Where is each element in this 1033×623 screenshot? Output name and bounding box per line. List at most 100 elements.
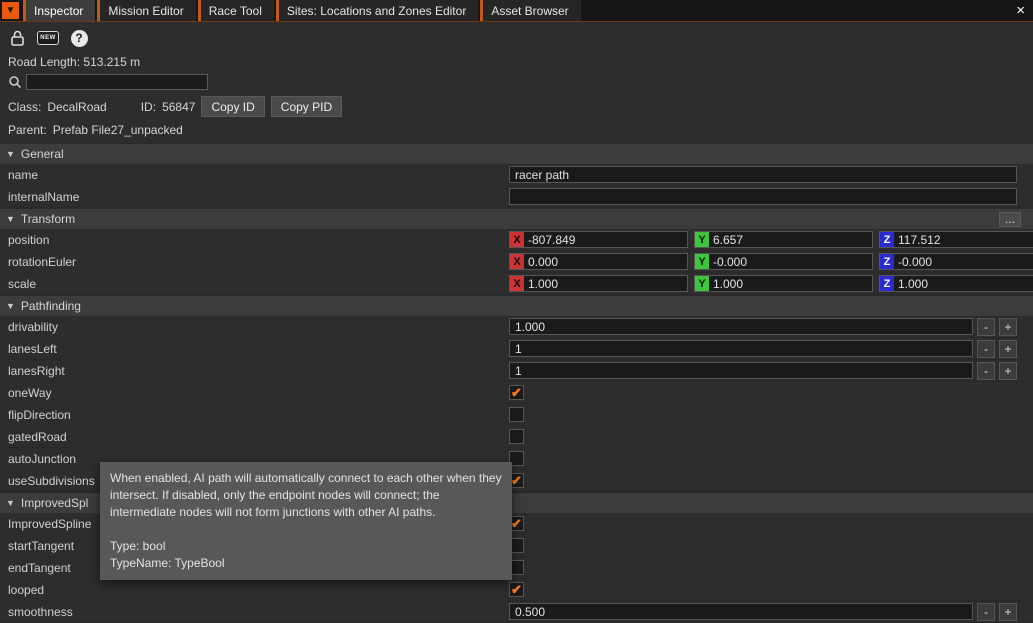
tab-asset-browser[interactable]: Asset Browser [480,0,581,21]
parent-row: Parent: Prefab File27_unpacked [0,120,1033,143]
tooltip: When enabled, AI path will automatically… [100,462,512,580]
tab-bar-spacer [583,0,1009,21]
lanesLeft-input[interactable] [509,340,973,357]
help-button[interactable]: ? [68,28,90,48]
rotation-x-field: X [509,253,688,270]
axis-x-badge: X [510,254,524,269]
axis-x-badge: X [510,232,524,247]
property-label: lanesRight [8,363,65,378]
collapse-icon: ▼ [6,214,15,224]
axis-y-badge: Y [695,254,709,269]
stepper-minus-button[interactable]: - [977,602,995,621]
check-icon: ✔ [511,516,522,531]
tab-sites-editor[interactable]: Sites: Locations and Zones Editor [275,0,479,21]
section-title: Pathfinding [20,299,81,313]
property-row-lanesLeft: lanesLeft - + [0,338,1033,360]
lock-button[interactable] [6,28,28,48]
tab-label: Inspector [34,3,84,18]
check-icon: ✔ [511,385,522,400]
scale-y-input[interactable] [709,276,872,291]
parent-value: Prefab File27_unpacked [52,123,183,137]
tab-race-tool[interactable]: Race Tool [197,0,274,21]
editor-logo-icon: ▼ [2,2,19,19]
stepper-plus-button[interactable]: + [999,361,1017,380]
position-y-input[interactable] [709,232,872,247]
rotation-z-input[interactable] [894,254,1033,269]
property-row-smoothness: smoothness - + [0,601,1033,623]
property-row-name: name [0,164,1033,186]
tooltip-type: Type: bool [110,539,166,553]
scale-y-field: Y [694,275,873,292]
section-title: ImprovedSpl [20,496,89,510]
property-row-scale: scale X Y Z [0,273,1033,295]
collapse-icon: ▼ [6,301,15,311]
rotation-z-field: Z [879,253,1033,270]
copy-id-button[interactable]: Copy ID [201,96,265,117]
axis-z-badge: Z [880,232,894,247]
rotation-x-input[interactable] [524,254,687,269]
tab-mission-editor[interactable]: Mission Editor [97,0,196,21]
property-row-oneWay: oneWay ✔ [0,382,1033,404]
property-row-lanesRight: lanesRight - + [0,360,1033,382]
rotation-y-input[interactable] [709,254,872,269]
stepper-plus-button[interactable]: + [999,339,1017,358]
property-row-flipDirection: flipDirection [0,404,1033,426]
stepper-minus-button[interactable]: - [977,339,995,358]
axis-y-badge: Y [695,276,709,291]
stepper-plus-button[interactable]: + [999,317,1017,336]
smoothness-input[interactable] [509,603,973,620]
position-x-input[interactable] [524,232,687,247]
property-label: rotationEuler [8,254,77,269]
stepper-minus-button[interactable]: - [977,317,995,336]
stepper-minus-button[interactable]: - [977,361,995,380]
search-row [0,73,1033,94]
collapse-icon: ▼ [6,498,15,508]
drivability-input[interactable] [509,318,973,335]
property-row-position: position X Y Z [0,229,1033,251]
scale-x-input[interactable] [524,276,687,291]
search-icon [8,75,22,89]
internalName-input[interactable] [509,188,1017,205]
copy-pid-button[interactable]: Copy PID [270,96,343,117]
help-icon: ? [70,29,88,47]
tab-inspector[interactable]: Inspector [23,0,96,21]
scale-z-input[interactable] [894,276,1033,291]
road-length-text: Road Length: 513.215 m [8,55,141,69]
search-input[interactable] [26,74,208,90]
property-label: smoothness [8,604,73,619]
flipDirection-checkbox[interactable] [509,407,524,422]
inspector-toolbar: NEW ? [0,22,1033,53]
lock-icon [9,29,25,47]
id-value: 56847 [162,99,196,114]
lanesRight-input[interactable] [509,362,973,379]
axis-x-badge: X [510,276,524,291]
property-row-drivability: drivability - + [0,316,1033,338]
property-label: oneWay [8,385,52,400]
looped-checkbox[interactable]: ✔ [509,582,524,597]
stepper-plus-button[interactable]: + [999,602,1017,621]
position-y-field: Y [694,231,873,248]
object-meta-row: Class: DecalRoad ID: 56847 Copy ID Copy … [0,94,1033,120]
property-label: looped [8,582,45,597]
axis-z-badge: Z [880,276,894,291]
oneWay-checkbox[interactable]: ✔ [509,385,524,400]
property-label: position [8,232,50,247]
gatedRoad-checkbox[interactable] [509,429,524,444]
section-header-general[interactable]: ▼ General [0,143,1033,164]
section-title: General [20,147,64,161]
check-icon: ✔ [511,582,522,597]
position-z-input[interactable] [894,232,1033,247]
tab-label: Sites: Locations and Zones Editor [286,3,467,18]
transform-more-button[interactable]: ... [998,211,1021,227]
section-header-transform[interactable]: ▼ Transform ... [0,208,1033,229]
section-header-pathfinding[interactable]: ▼ Pathfinding [0,295,1033,316]
new-button[interactable]: NEW [37,28,59,48]
id-label: ID: [140,99,157,114]
property-label: drivability [8,319,59,334]
tab-label: Mission Editor [108,3,184,18]
tab-label: Race Tool [208,3,262,18]
tooltip-text: When enabled, AI path will automatically… [110,471,502,519]
name-input[interactable] [509,166,1017,183]
close-button[interactable]: × [1008,0,1033,21]
property-label: lanesLeft [8,341,57,356]
